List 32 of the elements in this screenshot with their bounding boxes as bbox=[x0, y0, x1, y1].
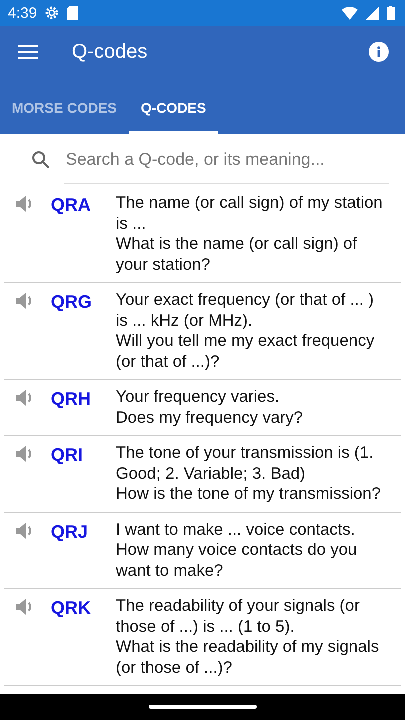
menu-icon[interactable] bbox=[18, 44, 38, 60]
qcode: QRK bbox=[51, 597, 92, 620]
code-meaning: Your exact frequency (or that of ... ) is ... kHz (or MHz). bbox=[116, 290, 376, 331]
gear-icon bbox=[45, 6, 60, 20]
code-question: What is the name (or call sign) of your station? bbox=[116, 234, 358, 275]
app-title: Q-codes bbox=[72, 40, 149, 64]
qcode: QRG bbox=[51, 291, 94, 314]
tab[interactable]: MORSE CODES bbox=[0, 78, 130, 134]
code-meaning: The tone of your transmission is (1. Good; 2. Variable; 3. Bad) bbox=[116, 443, 375, 484]
battery-icon bbox=[387, 6, 395, 20]
status-time: 4:39 bbox=[8, 4, 38, 22]
wifi-icon bbox=[342, 6, 358, 20]
code-question: How is the tone of my transmission? bbox=[116, 484, 382, 504]
info-icon[interactable] bbox=[369, 42, 389, 62]
tab[interactable]: Q-CODES bbox=[129, 78, 218, 134]
code-question: How many voice contacts do you want to make? bbox=[116, 540, 358, 581]
code-meaning: The readability of your signals (or those of ...) is ... (1 to 5). bbox=[116, 596, 361, 637]
code-meaning: Your frequency varies. bbox=[116, 387, 281, 408]
home-handle[interactable] bbox=[148, 705, 256, 709]
signal-icon bbox=[366, 6, 379, 20]
code-question: What is the readability of my signals (or those of ...)? bbox=[116, 637, 380, 678]
code-question: Does my frequency vary? bbox=[116, 408, 304, 428]
qcode: QRI bbox=[51, 444, 84, 467]
code-question: Will you tell me my exact frequency (or that of ...)? bbox=[116, 331, 376, 372]
code-meaning: I want to make ... voice contacts. bbox=[116, 520, 356, 540]
code-meaning: The name (or call sign) of my station is ... bbox=[116, 193, 384, 234]
qcode: QRJ bbox=[51, 520, 90, 544]
search-field[interactable]: Search a Q-code, or its meaning... bbox=[64, 148, 389, 170]
search-icon bbox=[32, 151, 50, 169]
qcode: QRH bbox=[51, 388, 92, 411]
sd-card-icon bbox=[67, 6, 78, 20]
qcode: QRA bbox=[51, 194, 92, 217]
